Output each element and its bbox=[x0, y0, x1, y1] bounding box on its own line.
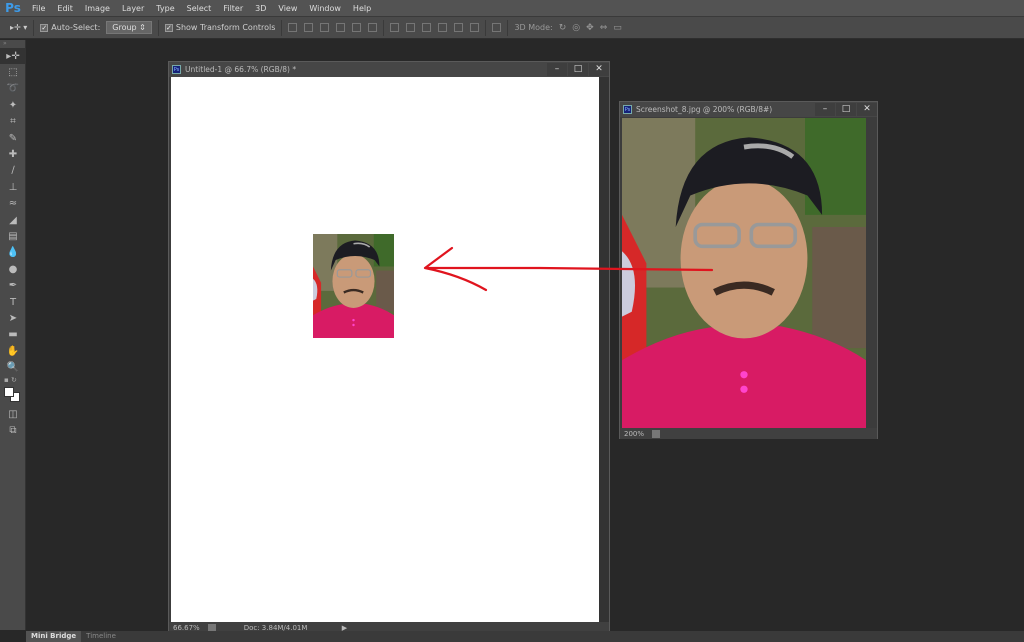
bottom-panel-tabs: Mini Bridge Timeline bbox=[26, 631, 1024, 642]
panel-tab-timeline[interactable]: Timeline bbox=[81, 631, 121, 642]
red-arrow-annotation bbox=[423, 246, 714, 292]
panel-tab-mini-bridge[interactable]: Mini Bridge bbox=[26, 631, 82, 642]
